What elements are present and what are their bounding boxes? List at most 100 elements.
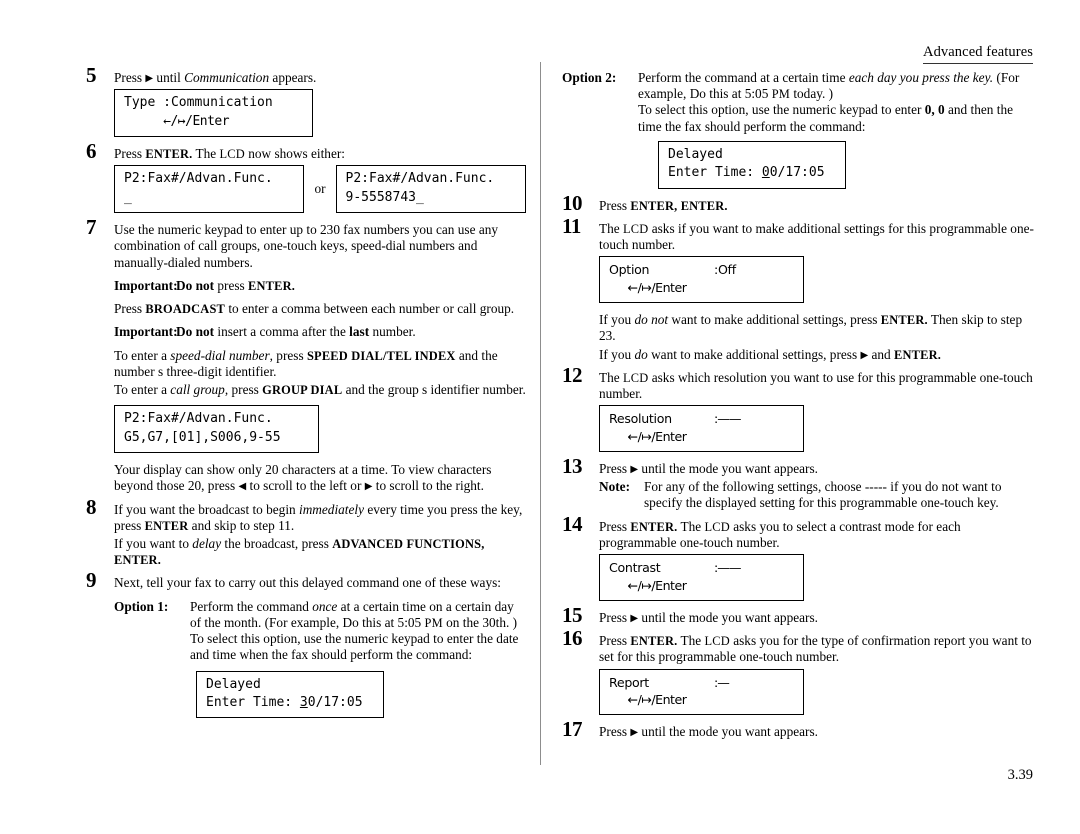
step-5-paragraph: Press ▶ until Communication appears. bbox=[114, 70, 526, 86]
text: press bbox=[214, 277, 249, 293]
step-number: 8 bbox=[86, 494, 97, 519]
step-number: 11 bbox=[562, 214, 581, 238]
lcd-line-2: ←/↦/Enter bbox=[627, 578, 687, 593]
lcd-panel: Delayed Enter Time: 30/17:05 bbox=[196, 670, 384, 719]
text: Press bbox=[599, 197, 631, 213]
step-number: 12 bbox=[562, 362, 583, 387]
text: Press bbox=[114, 70, 146, 85]
text: If you bbox=[599, 346, 635, 362]
text: If you bbox=[599, 312, 635, 328]
lcd-line-1: Delayed bbox=[206, 676, 261, 692]
text: asks if you want to make additional sett… bbox=[599, 221, 1034, 253]
step-11-note-b: If you do want to make additional settin… bbox=[599, 347, 1034, 363]
step-number: 15 bbox=[562, 602, 583, 627]
step-9: 9 Next, tell your fax to carry out this … bbox=[86, 570, 526, 719]
lcd-display-type: Type :Communication ←/↦/Enter bbox=[114, 89, 526, 138]
lcd-display-option: Option:Off ←/↦/Enter bbox=[599, 256, 1034, 304]
lcd-line-1: P2:Fax#/Advan.Func. bbox=[345, 171, 495, 187]
text: appears. bbox=[269, 70, 317, 85]
step-14-paragraph: Press ENTER. The LCD asks you to select … bbox=[599, 519, 1034, 551]
lcd-line-1: P2:Fax#/Advan.Func. bbox=[124, 411, 273, 427]
text: The bbox=[599, 221, 623, 236]
text: , press bbox=[224, 382, 263, 397]
emphasis: each day you press the key. bbox=[848, 70, 994, 85]
step-6: 6 Press ENTER. The LCD now shows either:… bbox=[86, 141, 526, 214]
lcd-field-value: :—— bbox=[714, 560, 741, 576]
important-text: Do not press ENTER. bbox=[176, 278, 526, 294]
text: to scroll to the left or bbox=[246, 478, 365, 494]
important-label: Important: bbox=[114, 277, 178, 293]
text: Press bbox=[114, 146, 146, 162]
step-number: 10 bbox=[562, 190, 583, 215]
key-name: ENTER bbox=[144, 518, 189, 533]
lcd-display-pair: P2:Fax#/Advan.Func. _ or P2:Fax#/Advan.Fu… bbox=[114, 165, 526, 214]
step-6-paragraph: Press ENTER. The LCD now shows either: bbox=[114, 146, 526, 162]
step-number: 7 bbox=[86, 215, 97, 240]
text: asks which resolution you want to use fo… bbox=[599, 369, 1033, 402]
step-16: 16 Press ENTER. The LCD asks you for the… bbox=[562, 628, 1034, 716]
manual-page: Advanced features 5 Press ▶ until Commun… bbox=[0, 0, 1080, 834]
text: Perform the command at a certain time bbox=[638, 70, 849, 85]
text: If you want the broadcast to begin bbox=[114, 501, 299, 517]
step-5: 5 Press ▶ until Communication appears. T… bbox=[86, 65, 526, 138]
step-8: 8 If you want the broadcast to begin imm… bbox=[86, 496, 526, 569]
step-text: Press ▶ until Communication appears. Typ… bbox=[114, 70, 526, 138]
step-text: Press ▶ until the mode you want appears.… bbox=[599, 461, 1034, 512]
step-text: Press ▶ until the mode you want appears. bbox=[599, 724, 1034, 740]
key-name: ENTER. bbox=[145, 147, 193, 162]
step-8-paragraph-a: If you want the broadcast to begin immed… bbox=[114, 502, 526, 534]
option-text: Perform the command at a certain time ea… bbox=[638, 70, 1034, 135]
step-number: 13 bbox=[562, 454, 583, 479]
text: until the mode you want appears. bbox=[638, 461, 818, 477]
step-12: 12 The LCD asks which resolution you wan… bbox=[562, 364, 1034, 453]
text: Press bbox=[599, 609, 631, 625]
lcd-panel: Report:— ←/↦/Enter bbox=[599, 668, 804, 716]
step-7-intro: Use the numeric keypad to enter up to 23… bbox=[114, 222, 499, 270]
step-text: Press ▶ until the mode you want appears. bbox=[599, 610, 1034, 626]
lcd-field-value: :Off bbox=[714, 262, 736, 278]
lcd-display-entries: P2:Fax#/Advan.Func. G5,G7,[01],S006,9-55 bbox=[114, 405, 526, 454]
note-text: For any of the following settings, choos… bbox=[644, 479, 1002, 511]
column-divider bbox=[540, 62, 542, 765]
key-name: ENTER, ENTER. bbox=[630, 198, 728, 213]
right-arrow-icon: ▶ bbox=[145, 73, 154, 84]
lcd-display-report: Report:— ←/↦/Enter bbox=[599, 668, 1034, 716]
lcd-line-2: Enter Time: 00/17:05 bbox=[668, 164, 836, 182]
left-column: 5 Press ▶ until Communication appears. T… bbox=[86, 65, 526, 727]
lcd-line-2: 9-5558743_ bbox=[345, 189, 424, 205]
text: and the group s identifier number. bbox=[342, 382, 526, 397]
option-label: Option 2: bbox=[562, 70, 617, 85]
key-name: ENTER. bbox=[880, 313, 928, 328]
emphasis: do bbox=[634, 346, 648, 362]
lcd-line-2: _ bbox=[124, 189, 132, 205]
important-label: Important: bbox=[114, 324, 178, 340]
text: the broadcast, press bbox=[221, 536, 333, 551]
step-13-paragraph: Press ▶ until the mode you want appears. bbox=[599, 461, 1034, 477]
lcd-field-label: Report bbox=[609, 674, 649, 690]
lcd-value: 0/17:05 bbox=[307, 694, 363, 710]
lcd-display-delayed-option1: Delayed Enter Time: 30/17:05 bbox=[196, 670, 526, 719]
lcd-word: LCD bbox=[704, 519, 730, 534]
step-number: 14 bbox=[562, 511, 583, 536]
key-name: GROUP DIAL bbox=[262, 383, 343, 397]
text: Press bbox=[114, 301, 146, 317]
step-8-paragraph-b: If you want to delay the broadcast, pres… bbox=[114, 536, 526, 568]
broadcast-paragraph: Press BROADCAST to enter a comma between… bbox=[114, 301, 526, 317]
text: To select this option, use the numeric k… bbox=[638, 102, 925, 118]
lcd-line-1: P2:Fax#/Advan.Func. bbox=[124, 171, 273, 187]
lcd-line-2: G5,G7,[01],S006,9-55 bbox=[124, 429, 281, 445]
key-name: BROADCAST bbox=[145, 302, 226, 317]
lcd-field-label: Resolution bbox=[609, 411, 672, 427]
step-7: 7 Use the numeric keypad to enter up to … bbox=[86, 217, 526, 494]
emphasis: speed-dial number bbox=[170, 347, 270, 363]
step-number: 16 bbox=[562, 626, 583, 651]
lcd-panel: Type :Communication ←/↦/Enter bbox=[114, 89, 313, 138]
option-label: Option 1: bbox=[114, 598, 169, 614]
step-11: 11 The LCD asks if you want to make addi… bbox=[562, 216, 1034, 363]
option-2-block: Option 2: Perform the command at a certa… bbox=[562, 70, 1034, 135]
step-10: 10 Press ENTER, ENTER. bbox=[562, 192, 1034, 214]
step-10-paragraph: Press ENTER, ENTER. bbox=[599, 198, 1034, 214]
important-text: Do not insert a comma after the last num… bbox=[176, 324, 526, 340]
step-number: 5 bbox=[86, 63, 97, 87]
step-9-paragraph: Next, tell your fax to carry out this de… bbox=[114, 575, 501, 591]
